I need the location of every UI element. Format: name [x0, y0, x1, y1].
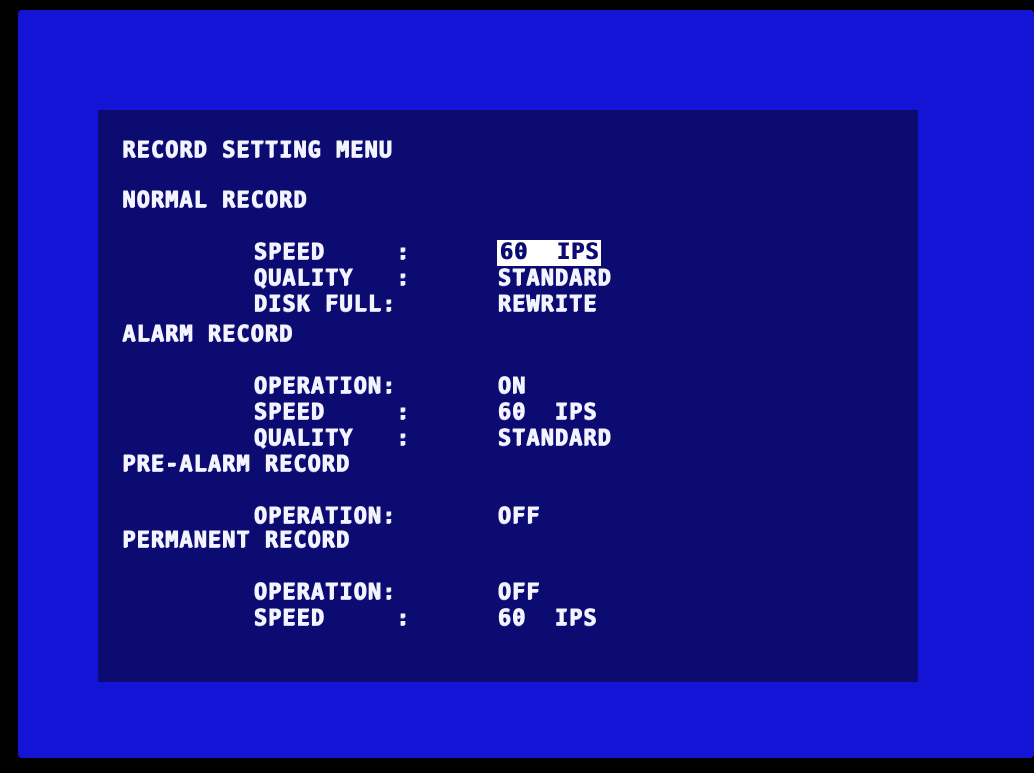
normal-disk-full-label: DISK FULL: [253, 292, 396, 317]
menu-title: RECORD SETTING MENU [122, 138, 393, 163]
permanent-speed-row[interactable]: SPEED : 60 IPS [168, 580, 597, 631]
alarm-quality-value[interactable]: STANDARD [497, 426, 611, 452]
normal-quality-row[interactable]: QUALITY : STANDARD [168, 240, 611, 291]
section-normal-record-title: NORMAL RECORD [122, 188, 308, 213]
permanent-speed-value[interactable]: 60 IPS [497, 606, 597, 632]
section-alarm-record-title: ALARM RECORD [122, 322, 293, 347]
normal-disk-full-row[interactable]: DISK FULL: REWRITE [168, 266, 597, 317]
alarm-quality-row[interactable]: QUALITY : STANDARD [168, 400, 611, 451]
osd-screen: RECORD SETTING MENU NORMAL RECORD SPEED … [18, 10, 1034, 758]
alarm-quality-label: QUALITY : [253, 426, 411, 451]
normal-disk-full-value[interactable]: REWRITE [497, 292, 597, 318]
pre-alarm-operation-row[interactable]: OPERATION: OFF [168, 478, 540, 529]
alarm-operation-row[interactable]: OPERATION: ON [168, 348, 526, 399]
permanent-speed-label: SPEED : [253, 606, 411, 631]
pre-alarm-operation-value[interactable]: OFF [497, 504, 540, 530]
normal-speed-row[interactable]: SPEED :60 IPS [168, 214, 602, 266]
pre-alarm-operation-label: OPERATION: [253, 504, 396, 529]
alarm-speed-row[interactable]: SPEED :60 IPS [168, 374, 597, 425]
section-permanent-record-title: PERMANENT RECORD [122, 528, 350, 553]
record-setting-menu: RECORD SETTING MENU NORMAL RECORD SPEED … [98, 110, 918, 682]
permanent-operation-row[interactable]: OPERATION: OFF [168, 554, 540, 605]
section-pre-alarm-record-title: PRE-ALARM RECORD [122, 452, 350, 477]
